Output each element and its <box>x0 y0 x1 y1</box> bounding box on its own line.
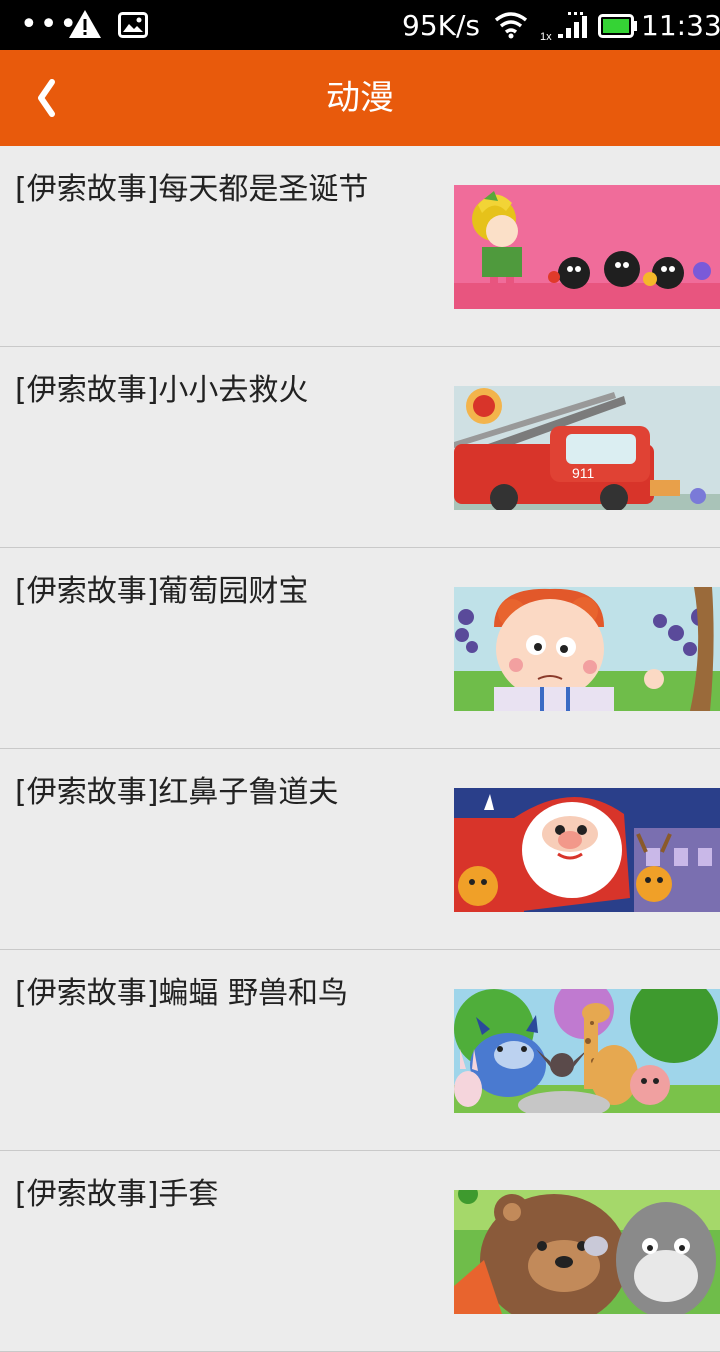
wifi-icon <box>494 11 528 43</box>
image-icon <box>118 12 148 42</box>
list-item[interactable]: [伊索故事]葡萄园财宝 <box>0 548 720 749</box>
item-thumbnail <box>454 989 720 1113</box>
item-title: [伊索故事]红鼻子鲁道夫 <box>15 775 339 810</box>
item-title: [伊索故事]葡萄园财宝 <box>15 574 309 609</box>
list-item[interactable]: [伊索故事]小小去救火 911 <box>0 347 720 548</box>
page-title: 动漫 <box>326 78 394 118</box>
list-item[interactable]: [伊索故事]蝙蝠 野兽和鸟 <box>0 950 720 1151</box>
app-bar: 动漫 <box>0 50 720 146</box>
battery-icon <box>598 14 638 42</box>
signal-icon: 1x <box>540 10 592 46</box>
item-title: [伊索故事]小小去救火 <box>15 373 309 408</box>
item-title: [伊索故事]每天都是圣诞节 <box>15 172 369 207</box>
list-item[interactable]: [伊索故事]红鼻子鲁道夫 <box>0 749 720 950</box>
item-thumbnail <box>454 1190 720 1314</box>
clock: 11:33 <box>641 9 720 42</box>
item-thumbnail <box>454 587 720 711</box>
item-thumbnail <box>454 788 720 912</box>
list-item[interactable]: [伊索故事]每天都是圣诞节 <box>0 146 720 347</box>
svg-text:1x: 1x <box>540 31 552 42</box>
item-thumbnail: 911 <box>454 386 720 510</box>
item-title: [伊索故事]手套 <box>15 1177 219 1212</box>
item-title: [伊索故事]蝙蝠 野兽和鸟 <box>15 976 348 1011</box>
item-thumbnail <box>454 185 720 309</box>
status-bar: ••• 95K/s 1x 11:33 <box>0 0 720 50</box>
svg-text:911: 911 <box>572 465 595 481</box>
warning-icon <box>68 9 102 43</box>
network-speed: 95K/s <box>402 9 481 42</box>
story-list: [伊索故事]每天都是圣诞节 [伊索故事]小小去救火 911 [伊索故事]葡萄园财… <box>0 146 720 1352</box>
list-item[interactable]: [伊索故事]手套 <box>0 1151 720 1352</box>
